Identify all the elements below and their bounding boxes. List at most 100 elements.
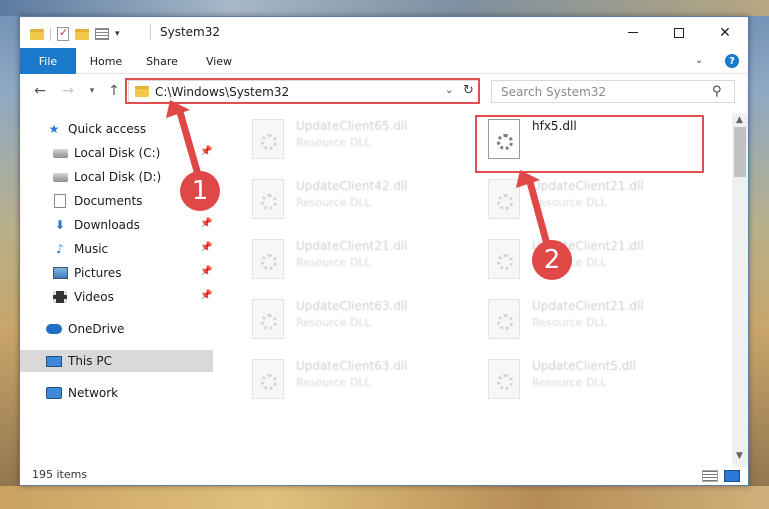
file-name: UpdateClient21.dll bbox=[532, 299, 644, 313]
step-2-badge: 2 bbox=[532, 240, 572, 280]
onedrive-icon bbox=[46, 324, 62, 334]
tab-view[interactable]: View bbox=[196, 48, 242, 74]
sidebar-item-onedrive[interactable]: OneDrive bbox=[46, 318, 124, 340]
address-bar-highlight bbox=[125, 78, 480, 104]
dll-file-icon bbox=[252, 359, 284, 399]
dll-file-icon bbox=[488, 239, 520, 279]
back-button[interactable]: ← bbox=[30, 81, 50, 101]
file-tile[interactable]: UpdateClient21.dll Resource DLL bbox=[478, 233, 708, 287]
navigation-pane: ★ Quick access Local Disk (C:) 📌 Local D… bbox=[20, 113, 216, 467]
search-icon[interactable]: ⚲ bbox=[712, 84, 722, 99]
pin-icon[interactable]: 📌 bbox=[200, 242, 212, 253]
dll-file-icon bbox=[252, 239, 284, 279]
drive-icon bbox=[52, 172, 68, 182]
file-tile[interactable]: UpdateClient21.dll Resource DLL bbox=[478, 173, 708, 227]
close-button[interactable]: ✕ bbox=[702, 17, 748, 48]
sidebar-item-quick-access[interactable]: ★ Quick access bbox=[46, 118, 147, 140]
download-icon: ⬇ bbox=[54, 218, 66, 232]
desktop-background-bottom bbox=[0, 486, 769, 509]
search-placeholder[interactable]: Search System32 bbox=[501, 85, 606, 99]
maximize-button[interactable] bbox=[656, 17, 702, 48]
documents-icon bbox=[54, 194, 66, 208]
minimize-button[interactable] bbox=[610, 17, 656, 48]
properties-icon[interactable] bbox=[57, 26, 69, 41]
tab-home[interactable]: Home bbox=[82, 48, 130, 74]
up-button[interactable]: ↑ bbox=[104, 81, 124, 101]
ribbon: File Home Share View ⌄ ? bbox=[20, 48, 748, 74]
quick-access-toolbar: ▾ bbox=[30, 26, 120, 42]
sidebar-item-network[interactable]: Network bbox=[46, 382, 118, 404]
vertical-scrollbar[interactable]: ▲ ▼ bbox=[732, 113, 748, 467]
file-name: UpdateClient21.dll bbox=[296, 239, 408, 253]
music-icon: ♪ bbox=[56, 242, 64, 256]
expand-ribbon-icon[interactable]: ⌄ bbox=[695, 55, 703, 66]
drive-icon bbox=[52, 148, 68, 158]
tab-share[interactable]: Share bbox=[138, 48, 186, 74]
file-tile[interactable]: UpdateClient63.dll Resource DLL bbox=[242, 293, 472, 347]
file-name: UpdateClient63.dll bbox=[296, 359, 408, 373]
sidebar-item-local-disk-c[interactable]: Local Disk (C:) 📌 bbox=[52, 142, 216, 164]
recent-locations-button[interactable]: ▾ bbox=[86, 81, 98, 101]
star-icon: ★ bbox=[48, 122, 60, 136]
gear-icon bbox=[497, 254, 513, 270]
scroll-down-icon[interactable]: ▼ bbox=[736, 451, 743, 461]
tab-file[interactable]: File bbox=[20, 48, 76, 74]
window-title: System32 bbox=[160, 25, 221, 39]
pin-icon[interactable]: 📌 bbox=[200, 290, 212, 301]
view-options-icon[interactable] bbox=[95, 28, 109, 40]
pin-icon[interactable]: 📌 bbox=[200, 218, 212, 229]
sidebar-item-this-pc[interactable]: This PC bbox=[20, 350, 213, 372]
file-type: Resource DLL bbox=[296, 136, 371, 149]
dll-file-icon bbox=[488, 299, 520, 339]
pin-icon[interactable]: 📌 bbox=[200, 146, 212, 157]
dll-file-icon bbox=[252, 179, 284, 219]
file-name: UpdateClient42.dll bbox=[296, 179, 408, 193]
pictures-icon bbox=[52, 267, 68, 279]
file-type: Resource DLL bbox=[532, 376, 607, 389]
file-tile[interactable]: UpdateClient63.dll Resource DLL bbox=[242, 353, 472, 407]
gear-icon bbox=[497, 314, 513, 330]
file-highlight bbox=[475, 115, 704, 173]
pin-icon[interactable]: 📌 bbox=[200, 266, 212, 277]
large-icons-view-icon[interactable] bbox=[724, 470, 740, 482]
sidebar-item-downloads[interactable]: ⬇ Downloads 📌 bbox=[52, 214, 216, 236]
maximize-icon bbox=[674, 27, 684, 38]
scroll-up-icon[interactable]: ▲ bbox=[736, 115, 743, 125]
search-box[interactable]: Search System32 ⚲ bbox=[491, 80, 735, 103]
forward-button[interactable]: → bbox=[58, 81, 78, 101]
desktop-background bbox=[0, 0, 769, 16]
file-type: Resource DLL bbox=[296, 376, 371, 389]
dll-file-icon bbox=[252, 119, 284, 159]
new-folder-icon[interactable] bbox=[75, 28, 89, 40]
sidebar-item-music[interactable]: ♪ Music 📌 bbox=[52, 238, 216, 260]
sidebar-item-local-disk-d[interactable]: Local Disk (D:) bbox=[52, 166, 161, 188]
network-icon bbox=[46, 387, 62, 399]
file-tile[interactable]: UpdateClient5.dll Resource DLL bbox=[478, 353, 708, 407]
gear-icon bbox=[261, 134, 277, 150]
help-icon[interactable]: ? bbox=[725, 54, 739, 68]
close-icon: ✕ bbox=[719, 24, 731, 41]
gear-icon bbox=[261, 254, 277, 270]
gear-icon bbox=[497, 194, 513, 210]
chevron-down-icon[interactable]: ▾ bbox=[115, 29, 120, 39]
gear-icon bbox=[497, 374, 513, 390]
gear-icon bbox=[261, 194, 277, 210]
scrollbar-thumb[interactable] bbox=[734, 127, 746, 177]
videos-icon bbox=[53, 291, 67, 303]
details-view-icon[interactable] bbox=[702, 470, 718, 482]
file-tile[interactable]: UpdateClient42.dll Resource DLL bbox=[242, 173, 472, 227]
minimize-icon bbox=[628, 32, 638, 33]
sidebar-item-videos[interactable]: Videos 📌 bbox=[52, 286, 216, 308]
file-tile[interactable]: UpdateClient65.dll Resource DLL bbox=[242, 113, 472, 167]
file-tile[interactable]: UpdateClient21.dll Resource DLL bbox=[242, 233, 472, 287]
file-name: UpdateClient63.dll bbox=[296, 299, 408, 313]
item-count: 195 items bbox=[32, 468, 88, 481]
folder-icon bbox=[30, 28, 44, 40]
gear-icon bbox=[261, 314, 277, 330]
gear-icon bbox=[261, 374, 277, 390]
file-type: Resource DLL bbox=[296, 256, 371, 269]
file-tile[interactable]: UpdateClient21.dll Resource DLL bbox=[478, 293, 708, 347]
sidebar-item-pictures[interactable]: Pictures 📌 bbox=[52, 262, 216, 284]
dll-file-icon bbox=[488, 179, 520, 219]
title-bar: ▾ System32 ✕ bbox=[20, 17, 748, 48]
